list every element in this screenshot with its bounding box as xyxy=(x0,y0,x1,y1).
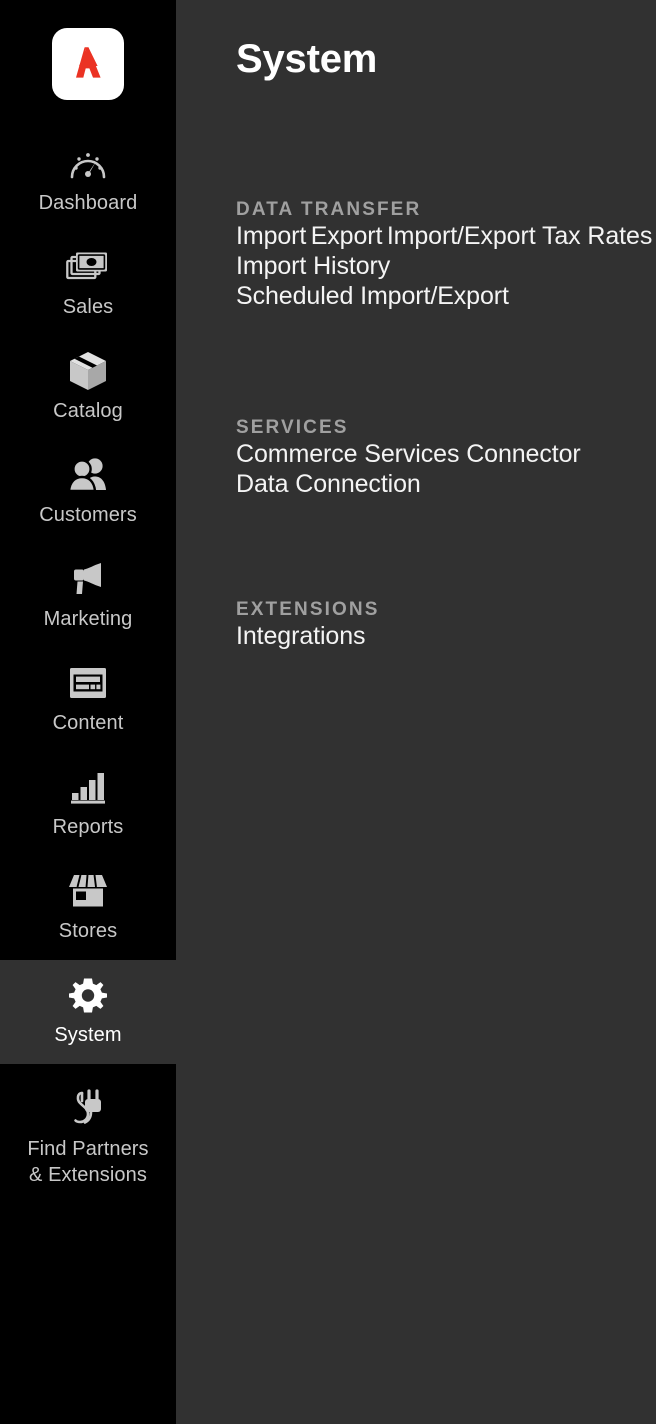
sidebar-item-marketing[interactable]: Marketing xyxy=(0,544,176,648)
sidebar-item-catalog[interactable]: Catalog xyxy=(0,336,176,440)
menu-link-export[interactable]: Export xyxy=(311,222,383,250)
page-layout-icon xyxy=(67,660,109,706)
sidebar-item-label: Customers xyxy=(39,504,137,526)
gear-icon xyxy=(68,972,108,1018)
sidebar-item-label: Stores xyxy=(58,920,118,942)
sidebar-item-stores[interactable]: Stores xyxy=(0,856,176,960)
sidebar-item-system[interactable]: System xyxy=(0,960,176,1064)
megaphone-icon xyxy=(67,556,109,602)
section-data-transfer: DATA TRANSFER Import Export Import/Expor… xyxy=(236,199,656,311)
gauge-icon xyxy=(68,140,108,186)
sidebar-item-label: Reports xyxy=(52,816,124,838)
menu-link-import-history[interactable]: Import History xyxy=(236,252,390,280)
adobe-logo-mark xyxy=(76,47,101,78)
plug-icon xyxy=(66,1086,110,1132)
sidebar-item-find-partners-extensions[interactable]: Find Partners & Extensions xyxy=(0,1064,176,1214)
money-icon xyxy=(66,244,110,290)
section-services: SERVICES Commerce Services Connector Dat… xyxy=(236,417,656,499)
admin-menu-page: Dashboard Sales Catalog Customers Market… xyxy=(0,0,656,1424)
section-extensions: EXTENSIONS Integrations xyxy=(236,599,656,651)
logo-container[interactable] xyxy=(0,0,176,128)
sidebar-item-customers[interactable]: Customers xyxy=(0,440,176,544)
box-icon xyxy=(67,348,109,394)
sidebar-item-content[interactable]: Content xyxy=(0,648,176,752)
adobe-logo xyxy=(52,28,124,100)
sidebar-item-label: Dashboard xyxy=(38,192,138,214)
sidebar-item-label: System xyxy=(54,1024,122,1046)
sidebar-item-reports[interactable]: Reports xyxy=(0,752,176,856)
menu-link-import-export-tax-rates[interactable]: Import/Export Tax Rates xyxy=(387,222,653,250)
storefront-icon xyxy=(67,868,109,914)
sidebar-item-label: Content xyxy=(52,712,124,734)
sidebar-item-label: Sales xyxy=(62,296,114,318)
menu-link-data-connection[interactable]: Data Connection xyxy=(236,470,421,498)
people-icon xyxy=(66,452,110,498)
menu-link-import[interactable]: Import xyxy=(236,222,306,250)
sidebar-nav-list: Dashboard Sales Catalog Customers Market… xyxy=(0,128,176,1214)
page-title: System xyxy=(236,37,378,81)
section-heading: EXTENSIONS xyxy=(236,599,380,620)
primary-sidebar: Dashboard Sales Catalog Customers Market… xyxy=(0,0,176,1424)
section-heading: SERVICES xyxy=(236,417,349,438)
bar-chart-icon xyxy=(68,764,108,810)
sidebar-item-label: Catalog xyxy=(53,400,123,422)
menu-link-scheduled-import-export[interactable]: Scheduled Import/Export xyxy=(236,282,509,310)
sidebar-item-label: Marketing xyxy=(43,608,133,630)
sidebar-item-label: Find Partners & Extensions xyxy=(27,1138,149,1186)
sidebar-item-dashboard[interactable]: Dashboard xyxy=(0,128,176,232)
menu-link-integrations[interactable]: Integrations xyxy=(236,622,366,650)
sidebar-item-sales[interactable]: Sales xyxy=(0,232,176,336)
section-heading: DATA TRANSFER xyxy=(236,199,422,220)
system-menu-panel: System DATA TRANSFER Import Export Impor… xyxy=(176,0,656,1424)
menu-link-commerce-services-connector[interactable]: Commerce Services Connector xyxy=(236,440,581,468)
